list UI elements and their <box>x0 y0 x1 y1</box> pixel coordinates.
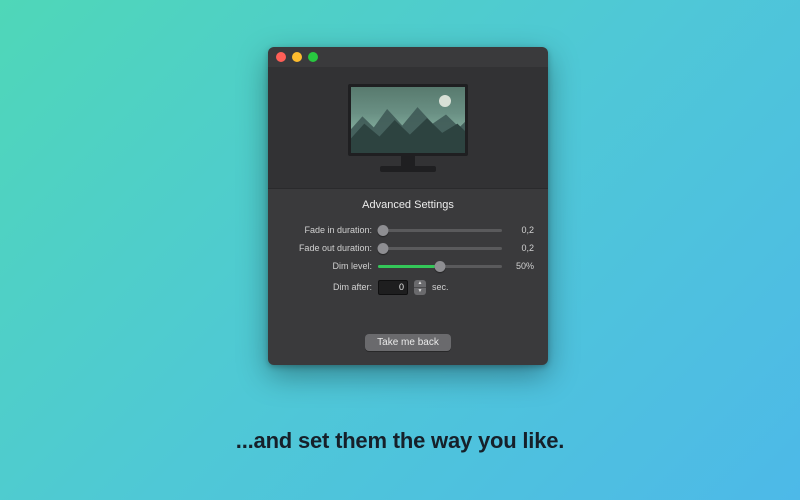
settings-panel: Advanced Settings Fade in duration: 0,2 … <box>268 189 548 365</box>
dim-after-unit: sec. <box>432 282 449 292</box>
fade-out-row: Fade out duration: 0,2 <box>282 239 534 257</box>
zoom-icon[interactable] <box>308 52 318 62</box>
settings-footer: Take me back <box>282 334 534 353</box>
dim-after-row: Dim after: ▲ ▼ sec. <box>282 277 534 297</box>
chevron-up-icon[interactable]: ▲ <box>414 280 426 288</box>
dim-after-label: Dim after: <box>282 282 372 292</box>
fade-in-label: Fade in duration: <box>282 225 372 235</box>
fade-out-label: Fade out duration: <box>282 243 372 253</box>
titlebar <box>268 47 548 67</box>
preferences-window: Advanced Settings Fade in duration: 0,2 … <box>268 47 548 365</box>
fade-in-row: Fade in duration: 0,2 <box>282 221 534 239</box>
fade-out-value: 0,2 <box>508 243 534 253</box>
fade-in-value: 0,2 <box>508 225 534 235</box>
dim-level-row: Dim level: 50% <box>282 257 534 275</box>
minimize-icon[interactable] <box>292 52 302 62</box>
marketing-caption: ...and set them the way you like. <box>0 428 800 454</box>
fade-out-slider[interactable] <box>378 241 502 255</box>
dim-after-input[interactable] <box>378 280 408 295</box>
chevron-down-icon[interactable]: ▼ <box>414 288 426 295</box>
dim-level-value: 50% <box>508 261 534 271</box>
fade-in-slider[interactable] <box>378 223 502 237</box>
dim-after-stepper[interactable]: ▲ ▼ <box>414 280 426 295</box>
dim-level-slider[interactable] <box>378 259 502 273</box>
monitor-wallpaper-icon <box>348 84 468 172</box>
settings-title: Advanced Settings <box>282 199 534 211</box>
take-me-back-button[interactable]: Take me back <box>365 334 451 351</box>
close-icon[interactable] <box>276 52 286 62</box>
dim-level-label: Dim level: <box>282 261 372 271</box>
hero-panel <box>268 67 548 189</box>
